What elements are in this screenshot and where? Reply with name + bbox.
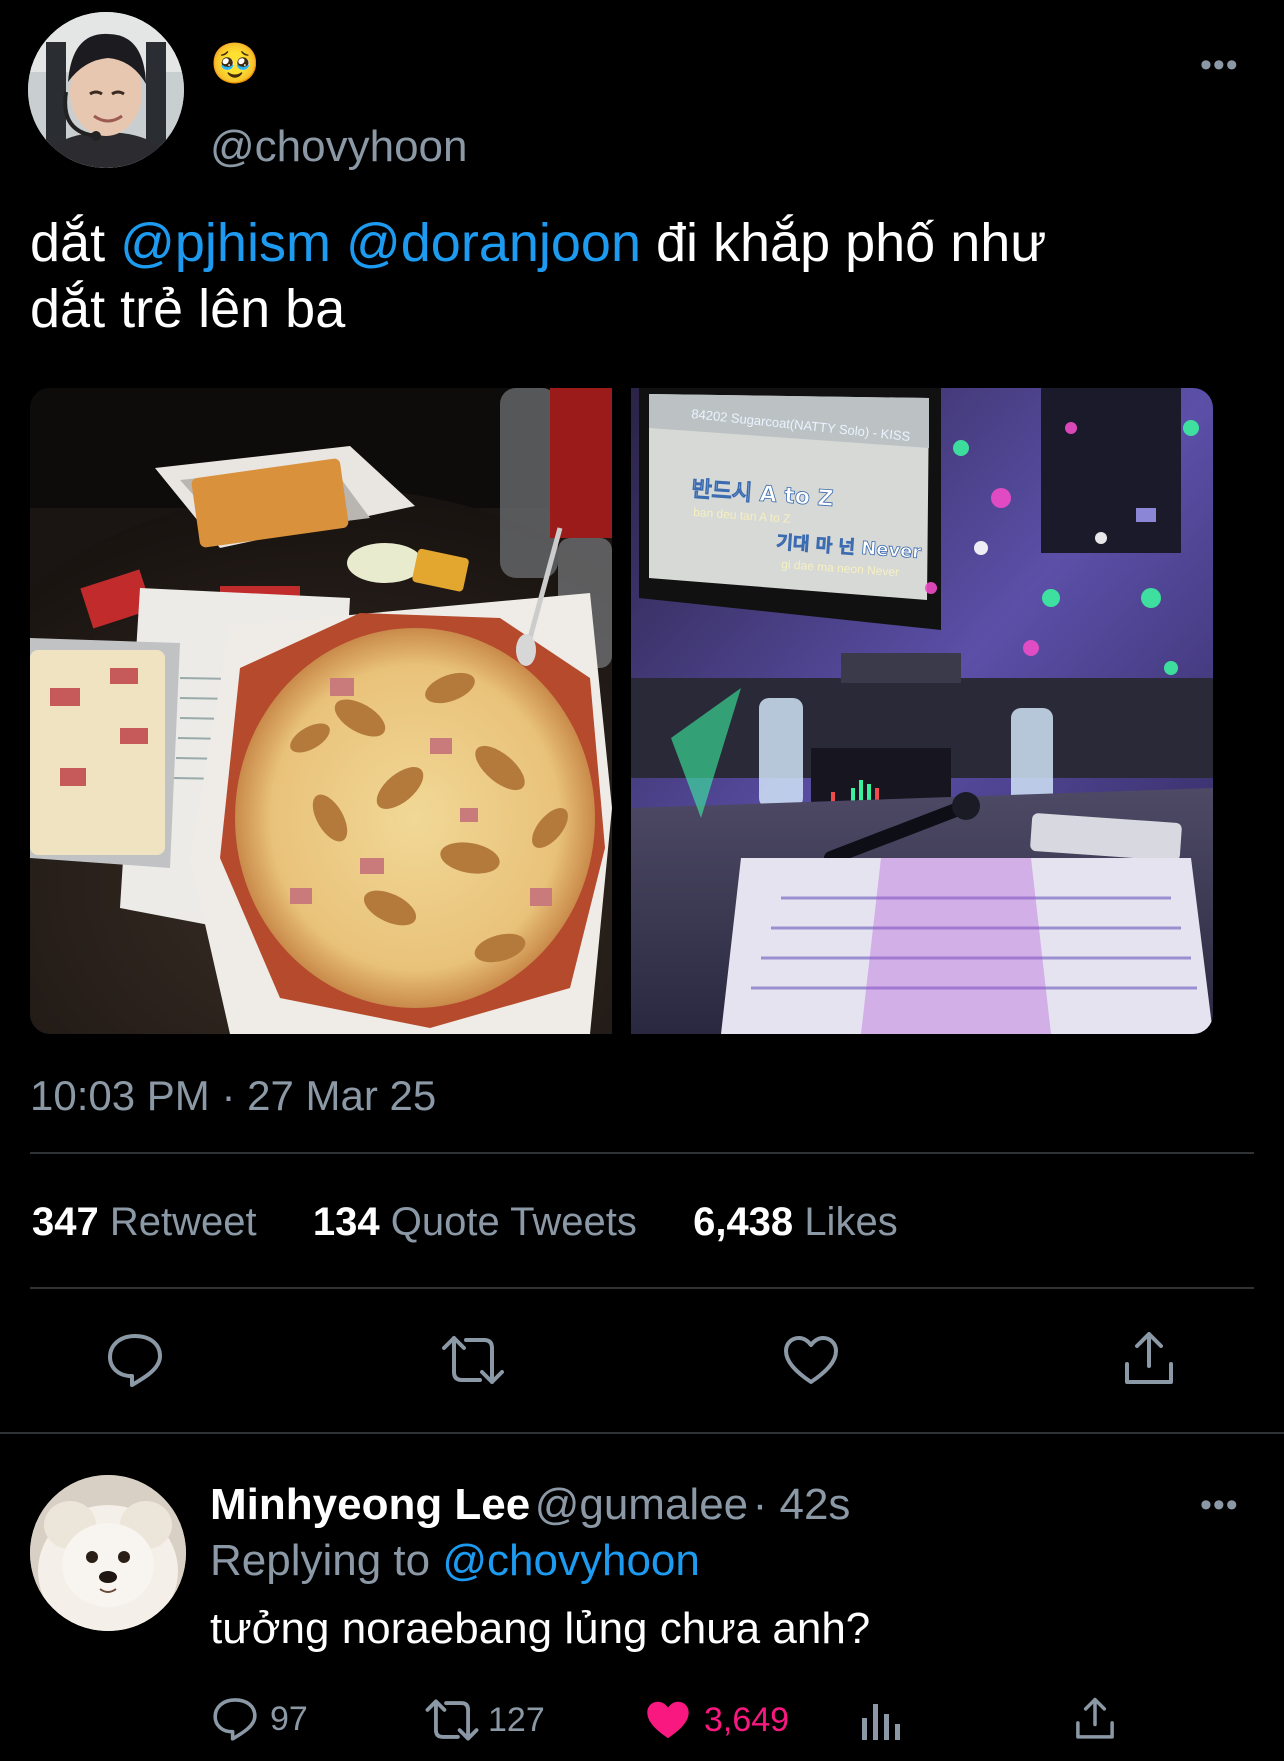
retweets-stat[interactable]: 347 Retweet xyxy=(32,1200,257,1244)
reply-author-avatar[interactable] xyxy=(30,1475,186,1631)
quotes-count: 134 xyxy=(312,1200,380,1244)
reply-like-button[interactable]: 3,649 xyxy=(644,1698,789,1742)
likes-count: 6,438 xyxy=(693,1200,794,1244)
reply-text: tưởng noraebang lủng chưa anh? xyxy=(210,1604,871,1653)
replying-to-label: Replying to xyxy=(210,1536,443,1585)
analytics-icon xyxy=(862,1704,900,1740)
heart-filled-icon xyxy=(647,1701,689,1739)
reply-retweet-button[interactable]: 127 xyxy=(424,1698,545,1742)
reply-header: Minhyeong Lee @gumalee · 42s xyxy=(210,1480,850,1530)
retweets-count: 347 xyxy=(32,1200,99,1244)
tweet-text-line-1: dắt @pjhism @doranjoon đi khắp phố như xyxy=(30,210,1260,276)
tweet-text-segment: đi khắp phố như xyxy=(640,213,1047,273)
retweet-icon xyxy=(425,1699,479,1741)
photo-karaoke[interactable]: 84202 Sugarcoat(NATTY Solo) - KISS 반드시 A… xyxy=(631,388,1213,1034)
retweet-button[interactable] xyxy=(440,1334,506,1391)
tweet-text-segment: dắt xyxy=(30,213,121,273)
reply-icon xyxy=(108,1334,162,1387)
reply-reply-count: 97 xyxy=(270,1699,308,1738)
tweet-text-space xyxy=(331,213,346,273)
author-avatar[interactable] xyxy=(28,12,184,168)
reply-analytics-button[interactable] xyxy=(860,1700,902,1747)
reply-reply-button[interactable]: 97 xyxy=(212,1696,308,1742)
reply-icon xyxy=(213,1698,257,1741)
share-icon xyxy=(1125,1332,1173,1384)
reply-author-handle[interactable]: @gumalee xyxy=(535,1480,748,1529)
retweets-label: Retweet xyxy=(109,1200,257,1244)
likes-stat[interactable]: 6,438 Likes xyxy=(693,1200,898,1244)
photo-pizza[interactable] xyxy=(30,388,612,1034)
share-icon xyxy=(1076,1697,1114,1739)
reply-author-name[interactable]: Minhyeong Lee xyxy=(210,1480,530,1529)
reply-avatar-photo xyxy=(30,1475,186,1631)
divider xyxy=(30,1287,1254,1289)
reply-button[interactable] xyxy=(106,1332,164,1393)
replying-to: Replying to @chovyhoon xyxy=(210,1536,700,1586)
karaoke-photo-image: 84202 Sugarcoat(NATTY Solo) - KISS 반드시 A… xyxy=(631,388,1213,1034)
reply-like-count: 3,649 xyxy=(704,1700,790,1739)
tweet-timestamp[interactable]: 10:03 PM · 27 Mar 25 xyxy=(30,1072,436,1120)
more-options-icon[interactable]: ••• xyxy=(1200,48,1239,82)
avatar-photo xyxy=(28,12,184,168)
reply-share-button[interactable] xyxy=(1074,1696,1116,1747)
reply-time[interactable]: · 42s xyxy=(753,1480,851,1529)
emoji-name: 🥹 xyxy=(210,42,260,86)
likes-label: Likes xyxy=(804,1200,898,1244)
share-button[interactable] xyxy=(1122,1330,1176,1393)
author-handle[interactable]: @chovyhoon xyxy=(210,122,468,172)
tweet-text: dắt @pjhism @doranjoon đi khắp phố như d… xyxy=(30,210,1260,342)
mention-pjhism[interactable]: @pjhism xyxy=(120,213,331,273)
reply-more-options-icon[interactable]: ••• xyxy=(1200,1488,1239,1522)
heart-outline-icon xyxy=(784,1336,838,1384)
quotes-stat[interactable]: 134 Quote Tweets xyxy=(313,1200,637,1244)
divider xyxy=(30,1152,1254,1154)
reply-retweet-count: 127 xyxy=(488,1700,545,1739)
retweet-icon xyxy=(442,1336,504,1384)
like-button[interactable] xyxy=(782,1334,840,1391)
section-divider xyxy=(0,1432,1284,1434)
engagement-stats: 347 Retweet 134 Quote Tweets 6,438 Likes xyxy=(32,1200,898,1245)
mention-doranjoon[interactable]: @doranjoon xyxy=(346,213,641,273)
quotes-label: Quote Tweets xyxy=(390,1200,637,1244)
pizza-photo-image xyxy=(30,388,612,1034)
replying-to-handle[interactable]: @chovyhoon xyxy=(442,1536,700,1585)
tweet-text-line-2: dắt trẻ lên ba xyxy=(30,279,346,339)
